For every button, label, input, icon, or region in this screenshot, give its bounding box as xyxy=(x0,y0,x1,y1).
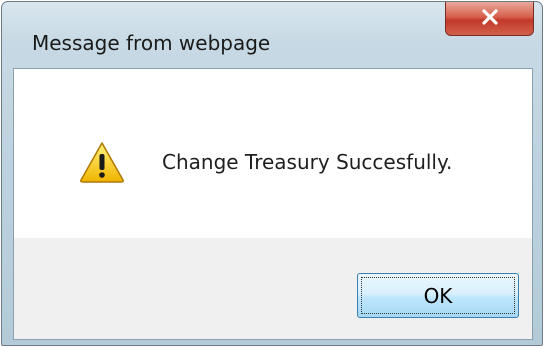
close-button[interactable] xyxy=(445,2,534,36)
dialog-title: Message from webpage xyxy=(32,31,271,55)
dialog-message: Change Treasury Succesfully. xyxy=(162,150,453,174)
ok-button[interactable]: OK xyxy=(357,273,519,318)
message-panel: Change Treasury Succesfully. xyxy=(14,69,532,238)
ok-button-label: OK xyxy=(423,283,453,308)
dialog-client-area: Change Treasury Succesfully. OK xyxy=(13,68,533,340)
warning-icon xyxy=(79,141,125,183)
dialog-window: Message from webpage Change Treasury Suc… xyxy=(1,1,543,346)
close-icon xyxy=(480,8,500,29)
